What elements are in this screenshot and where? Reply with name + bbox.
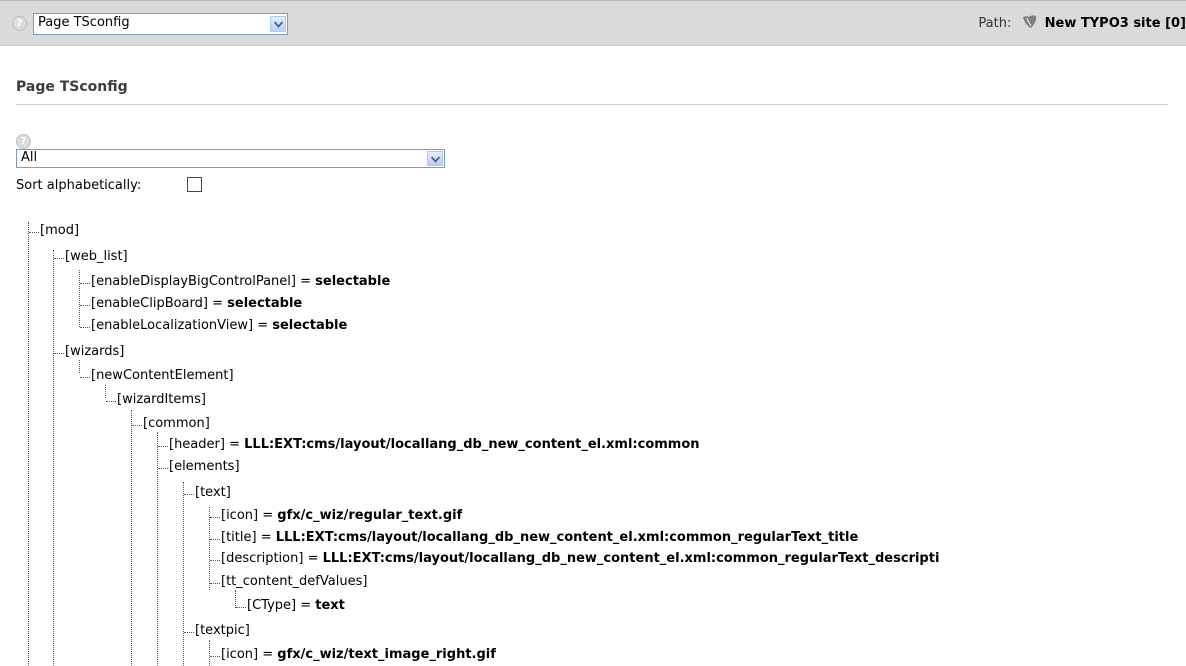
tree-node-key: [header] (169, 437, 225, 452)
tree-connector (54, 353, 64, 354)
tree-line (105, 385, 106, 398)
tree-node-key: [wizardItems] (117, 392, 206, 407)
filter-select[interactable]: All (16, 149, 445, 168)
tree-node-key: [elements] (169, 459, 240, 474)
doc-header-bar: ? Page TSconfig Path: New TYPO3 site [0] (0, 0, 1186, 46)
tree-node-elements: [elements] (169, 458, 240, 476)
tree-node-enable-clipboard: [enableClipBoard] = selectable (91, 296, 303, 311)
tree-line (209, 640, 210, 666)
tree-connector (210, 517, 220, 518)
sort-alphabetically-label: Sort alphabetically: (16, 178, 142, 193)
tree-node-web-list: [web_list] (65, 248, 128, 266)
typo3-site-icon (1022, 15, 1038, 29)
tree-node-value: LLL:EXT:cms/layout/locallang_db_new_cont… (322, 551, 940, 566)
tree-connector (80, 327, 90, 328)
tree-node-key: [textpic] (195, 623, 250, 638)
tree-node-tt-content-def-values: [tt_content_defValues] (221, 573, 367, 591)
tree-node-value: selectable (315, 274, 391, 289)
tree-node-ctype: [CType] = text (247, 598, 345, 613)
tree-node-key: [mod] (40, 223, 80, 238)
tree-connector (236, 607, 246, 608)
tree-node-key: [enableLocalizationView] (91, 318, 254, 333)
tree-connector (210, 583, 220, 584)
path-label: Path: (978, 16, 1012, 31)
tree-connector (106, 401, 116, 402)
tree-connector (54, 258, 64, 259)
tree-line (235, 590, 236, 608)
tree-node-key: [enableClipBoard] (91, 296, 208, 311)
tree-node-key: [title] (221, 530, 257, 545)
tree-node-text: [text] (195, 484, 231, 502)
tree-connector (80, 305, 90, 306)
tree-node-key: [enableDisplayBigControlPanel] (91, 274, 296, 289)
title-divider (16, 104, 1168, 105)
tree-node-common: [common] (143, 415, 210, 433)
tree-connector (158, 446, 168, 447)
page-title: Page TSconfig (16, 79, 128, 95)
tree-node-key: [tt_content_defValues] (221, 574, 368, 589)
tree-node-wizards: [wizards] (65, 343, 124, 361)
tree-node-key: [icon] (221, 508, 259, 523)
tree-line (79, 360, 80, 373)
chevron-down-icon[interactable] (270, 16, 286, 32)
tree-connector (184, 494, 194, 495)
tree-connector (29, 232, 39, 233)
tree-line (209, 507, 210, 590)
tree-line (28, 222, 29, 666)
tree-node-icon: [icon] = gfx/c_wiz/text_image_right.gif (221, 647, 496, 662)
tree-connector (210, 656, 220, 657)
sort-alphabetically-checkbox[interactable] (187, 177, 202, 192)
tree-node-mod: [mod] (40, 222, 79, 240)
tree-node-enable-localization-view: [enableLocalizationView] = selectable (91, 318, 348, 333)
filter-select-value: All (21, 150, 38, 165)
tree-node-enable-display-big-control-panel: [enableDisplayBigControlPanel] = selecta… (91, 274, 391, 289)
tree-node-value: LLL:EXT:cms/layout/locallang_db_new_cont… (275, 530, 859, 545)
tree-node-title: [title] = LLL:EXT:cms/layout/locallang_d… (221, 530, 859, 545)
tree-node-value: gfx/c_wiz/regular_text.gif (277, 508, 463, 523)
tree-node-icon: [icon] = gfx/c_wiz/regular_text.gif (221, 508, 463, 523)
tree-node-value: LLL:EXT:cms/layout/locallang_db_new_cont… (244, 437, 700, 452)
tree-node-description: [description] = LLL:EXT:cms/layout/local… (221, 551, 940, 566)
tree-line (183, 482, 184, 666)
tree-node-textpic: [textpic] (195, 622, 250, 640)
tree-node-wizard-items: [wizardItems] (117, 391, 206, 409)
tree-connector (80, 283, 90, 284)
tree-connector (210, 560, 220, 561)
tree-node-key: [icon] (221, 647, 259, 662)
tree-node-key: [web_list] (65, 249, 128, 264)
tree-node-key: [wizards] (65, 344, 125, 359)
tree-node-new-content-element: [newContentElement] (91, 367, 234, 385)
help-icon[interactable]: ? (12, 16, 27, 31)
tree-connector (80, 377, 90, 378)
tree-node-key: [newContentElement] (91, 368, 234, 383)
tree-node-value: selectable (227, 296, 303, 311)
tree-node-key: [common] (143, 416, 210, 431)
tree-connector (184, 632, 194, 633)
tree-node-value: text (315, 598, 345, 613)
tree-line (79, 270, 80, 327)
tree-node-key: [text] (195, 485, 231, 500)
tree-connector (132, 425, 142, 426)
help-icon[interactable]: ? (16, 134, 31, 149)
tree-node-header: [header] = LLL:EXT:cms/layout/locallang_… (169, 437, 700, 452)
function-select[interactable]: Page TSconfig (33, 13, 288, 35)
chevron-down-icon[interactable] (427, 151, 443, 166)
site-link[interactable]: New TYPO3 site [0] (1045, 16, 1186, 31)
tree-node-key: [CType] (247, 598, 297, 613)
tree-line (131, 410, 132, 666)
tree-connector (210, 539, 220, 540)
tree-node-key: [description] (221, 551, 304, 566)
tree-connector (158, 468, 168, 469)
tree-node-value: gfx/c_wiz/text_image_right.gif (277, 647, 496, 662)
tree-node-value: selectable (272, 318, 348, 333)
function-select-value: Page TSconfig (38, 15, 130, 30)
tree-line (53, 250, 54, 666)
page-path: Path: New TYPO3 site [0] (978, 15, 1186, 31)
